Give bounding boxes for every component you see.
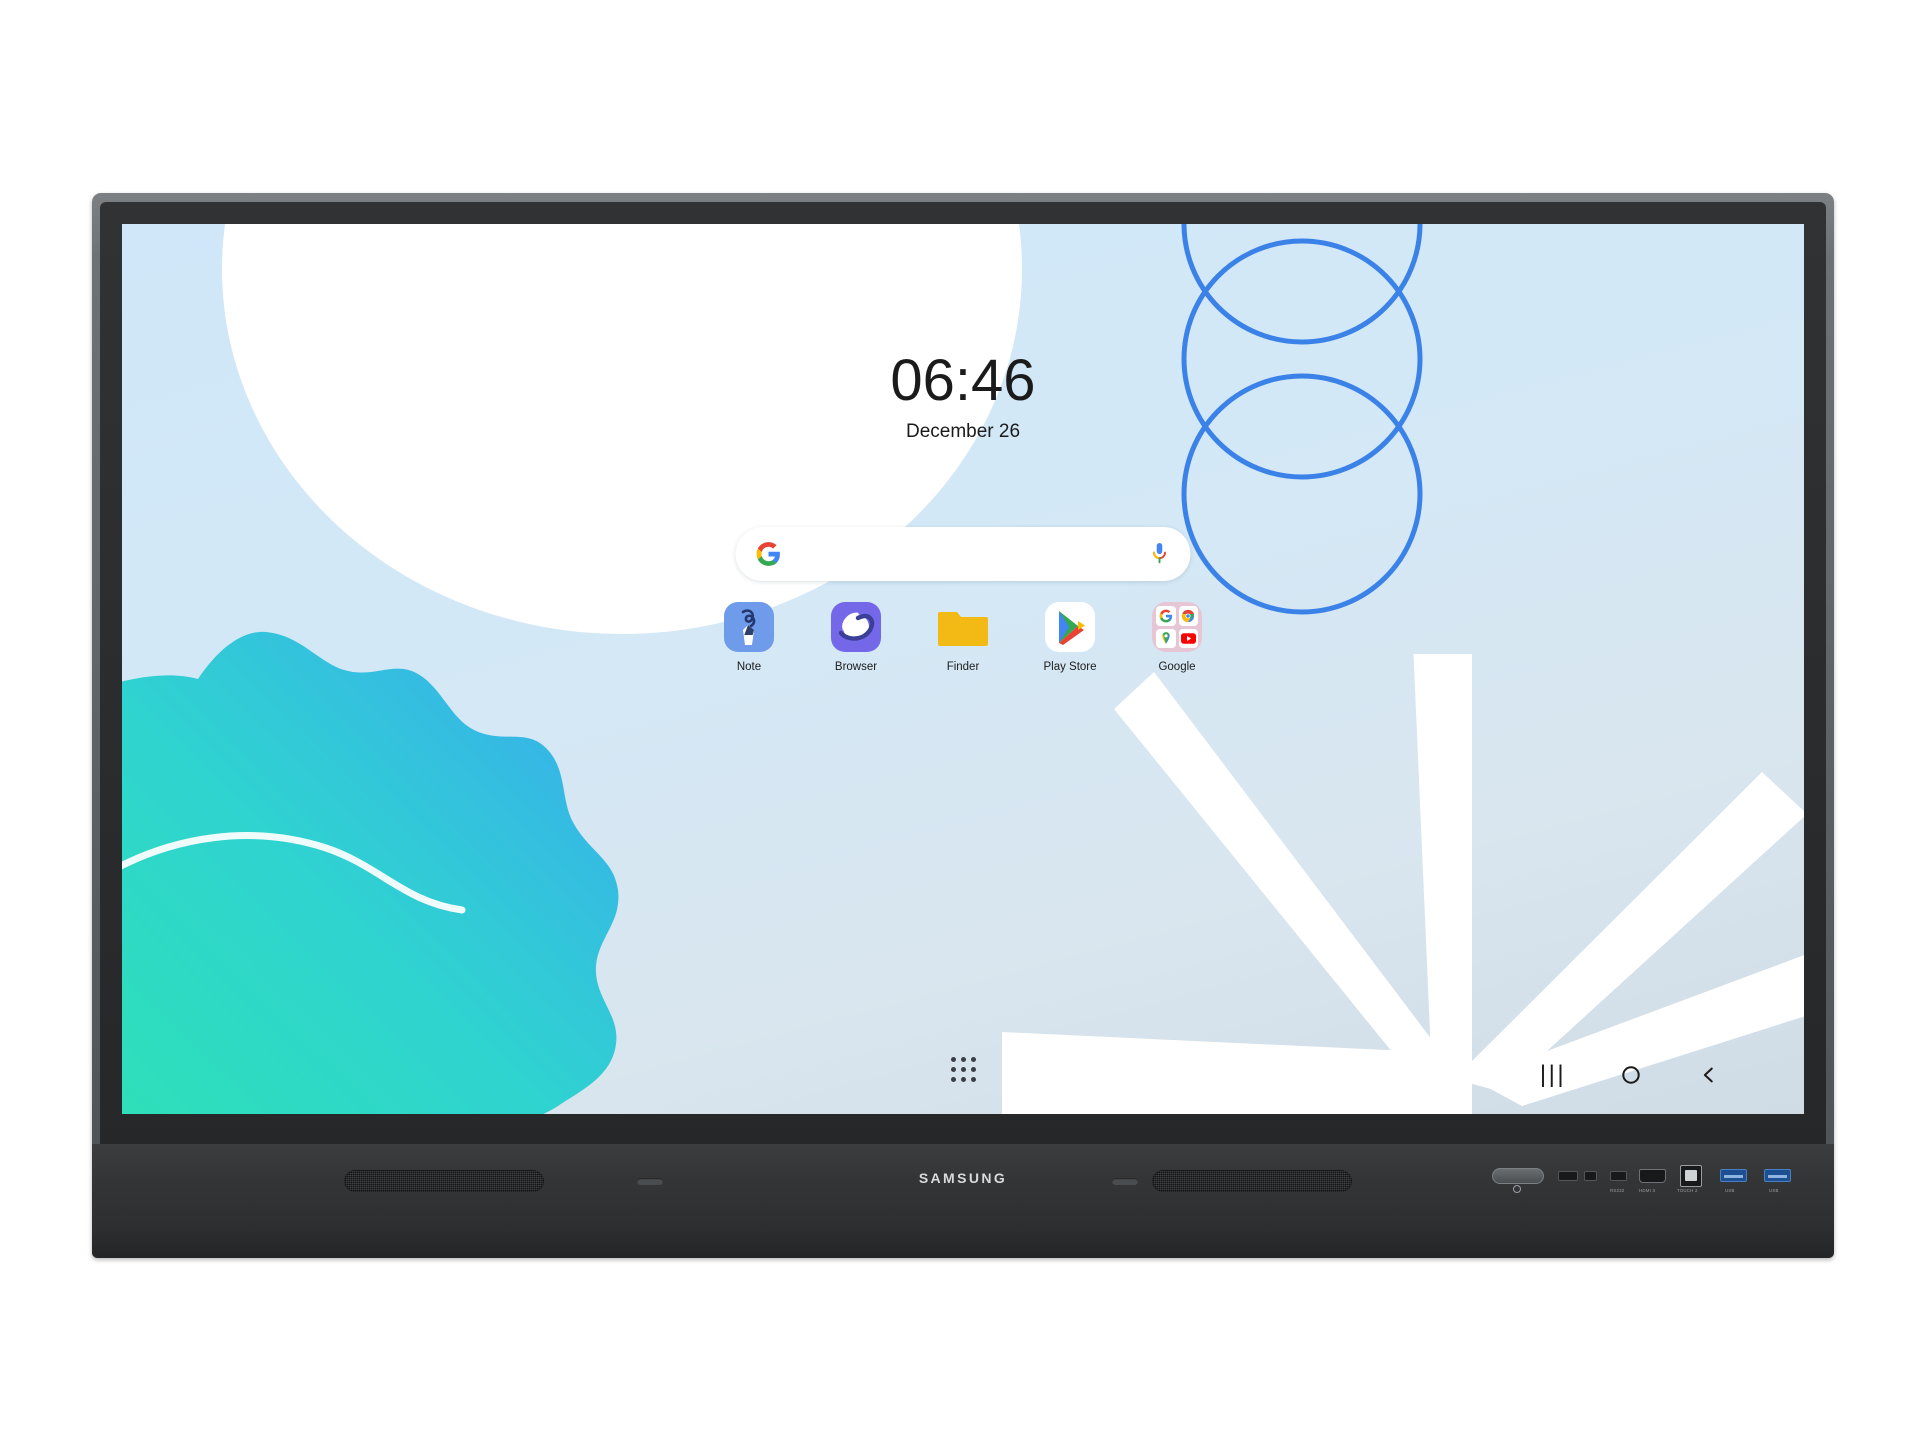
port-label: TOUCH 2 xyxy=(1677,1188,1698,1193)
display-screen[interactable]: 06:46 December 26 Note Browser Finder Pl… xyxy=(122,224,1804,1114)
port-panel: RS232 HDMI 3 TOUCH 2 USB USB xyxy=(1492,1158,1822,1218)
microphone-icon[interactable] xyxy=(1149,541,1171,567)
drawer-dot xyxy=(950,1056,956,1062)
port-label: USB xyxy=(1725,1188,1735,1193)
clock-date: December 26 xyxy=(905,421,1021,442)
samsung-interactive-display: 06:46 December 26 Note Browser Finder Pl… xyxy=(92,193,1834,1258)
app-label: Play Store xyxy=(1043,661,1097,673)
samsung-internet-icon xyxy=(831,602,881,652)
back-chevron-icon[interactable] xyxy=(1692,1058,1726,1092)
usb-port-1[interactable] xyxy=(1720,1169,1747,1182)
navigation-bar: ||| xyxy=(1536,1058,1726,1092)
app-shortcut-row: Note Browser Finder Play Store Google xyxy=(711,602,1215,673)
drawer-dot xyxy=(960,1056,966,1062)
port-label: HDMI 3 xyxy=(1639,1188,1656,1193)
slot-port-3[interactable] xyxy=(1610,1171,1627,1181)
google-g-icon xyxy=(756,541,782,567)
wallpaper-sunburst-rays xyxy=(1002,654,1804,1114)
app-shortcut-finder[interactable]: Finder xyxy=(925,602,1001,673)
usb-port-2[interactable] xyxy=(1764,1169,1791,1182)
port-label: USB xyxy=(1769,1188,1779,1193)
folder-icon xyxy=(938,602,988,652)
app-shortcut-play-store[interactable]: Play Store xyxy=(1032,602,1108,673)
power-button[interactable] xyxy=(1492,1168,1544,1184)
app-shortcut-google-folder[interactable]: Google xyxy=(1139,602,1215,673)
apps-grid-icon[interactable] xyxy=(946,1052,980,1086)
folder-item-youtube xyxy=(1178,628,1198,648)
app-shortcut-note[interactable]: Note xyxy=(711,602,787,673)
drawer-dot xyxy=(970,1066,976,1072)
home-circle-icon[interactable] xyxy=(1614,1058,1648,1092)
drawer-dot xyxy=(960,1076,966,1082)
folder-item-maps xyxy=(1156,628,1176,648)
folder-item-chrome xyxy=(1178,606,1198,626)
app-label: Google xyxy=(1158,661,1196,673)
play-store-icon xyxy=(1045,602,1095,652)
drawer-dot xyxy=(960,1066,966,1072)
app-label: Finder xyxy=(946,661,980,673)
clock-widget[interactable]: 06:46 December 26 xyxy=(122,352,1804,443)
bottom-bezel-band: SAMSUNG RS232 HDMI 3 TOUCH 2 USB USB xyxy=(92,1144,1834,1258)
google-folder-icon xyxy=(1152,602,1202,652)
touch-usb-b-port[interactable] xyxy=(1680,1165,1702,1187)
hdmi-port[interactable] xyxy=(1639,1169,1666,1183)
drawer-dot xyxy=(970,1076,976,1082)
note-pen-icon xyxy=(724,602,774,652)
drawer-dot xyxy=(970,1056,976,1062)
search-input[interactable] xyxy=(782,527,1149,581)
power-glyph-icon xyxy=(1513,1185,1521,1193)
slot-port-1[interactable] xyxy=(1558,1171,1578,1181)
app-shortcut-browser[interactable]: Browser xyxy=(818,602,894,673)
drawer-dot xyxy=(950,1066,956,1072)
drawer-dot xyxy=(950,1076,956,1082)
wallpaper-gradient-blob xyxy=(122,631,619,1114)
app-label: Note xyxy=(736,661,762,673)
clock-time: 06:46 xyxy=(890,348,1036,413)
slot-port-2[interactable] xyxy=(1584,1171,1597,1181)
folder-item-google xyxy=(1156,606,1176,626)
app-label: Browser xyxy=(834,661,878,673)
recents-icon[interactable]: ||| xyxy=(1536,1058,1570,1092)
google-search-bar[interactable] xyxy=(735,527,1191,581)
port-label: RS232 xyxy=(1610,1188,1625,1193)
